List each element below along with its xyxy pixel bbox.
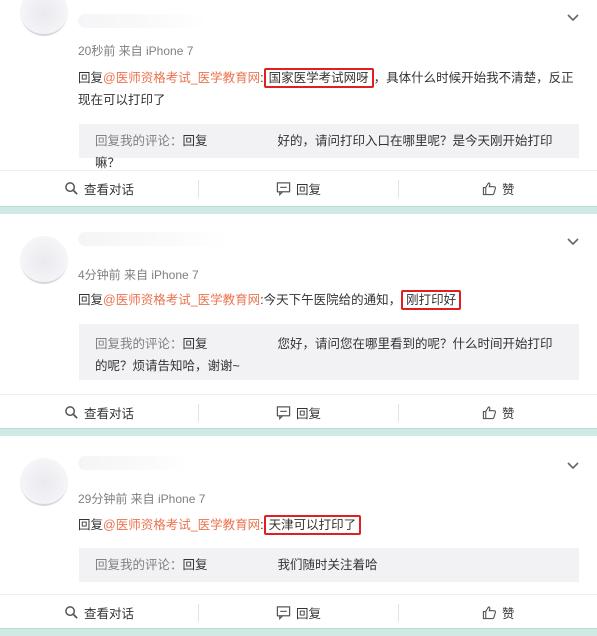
reply-label: 回复 [296,606,322,621]
divider [198,180,199,198]
quoted-comment: 回复我的评论：回复 我们随时关注着哈 [79,548,579,582]
blurred-username [207,338,278,351]
avatar[interactable] [20,0,68,36]
comment-feed: 20秒前 来自 iPhone 7 回复@医师资格考试_医学教育网: 国家医学考试网… [0,0,597,636]
reply-text: 回复@医师资格考试_医学教育网: 天津可以打印了 [78,514,578,536]
reply-button[interactable]: 回复 [276,171,321,205]
view-conversation-label: 查看对话 [84,606,135,621]
like-label: 赞 [502,606,515,621]
reply-button[interactable]: 回复 [276,595,321,629]
view-conversation-label: 查看对话 [84,406,135,421]
quote-prefix: 回复 [182,558,208,572]
divider [398,180,399,198]
reply-text: 回复@医师资格考试_医学教育网:今天下午医院给的通知， 刚打印好 [78,289,578,311]
blurred-username [207,559,278,572]
highlighted-text: 国家医学考试网呀 [263,68,374,88]
like-button[interactable]: 赞 [482,395,515,429]
divider [198,404,199,422]
post-meta: 29分钟前 来自 iPhone 7 [78,492,206,506]
reply-prefix: 回复 [78,293,104,307]
username-blurred [78,14,208,28]
username-blurred [78,456,188,470]
mention-link[interactable]: @医师资格考试_医学教育网 [103,71,260,85]
separator [0,428,597,436]
mention-link[interactable]: @医师资格考试_医学教育网 [103,293,260,307]
divider [398,404,399,422]
search-icon [65,405,78,419]
comment-icon [276,605,291,620]
chevron-down-icon[interactable] [565,234,581,250]
search-icon [65,181,78,195]
reply-button[interactable]: 回复 [276,395,321,429]
like-label: 赞 [502,182,515,197]
comment-card: 20秒前 来自 iPhone 7 回复@医师资格考试_医学教育网: 国家医学考试网… [0,0,597,206]
search-icon [65,605,78,619]
quoted-comment: 回复我的评论：回复 您好，请问您在哪里看到的呢？什么时间开始打印的呢？烦请告知哈，… [79,324,579,380]
thumbs-up-icon [482,181,497,195]
reply-label: 回复 [296,406,322,421]
like-button[interactable]: 赞 [482,595,515,629]
separator [0,628,597,636]
reply-prefix: 回复 [78,71,104,85]
view-conversation-button[interactable]: 查看对话 [64,171,134,205]
quote-prefix: 回复 [182,134,208,148]
view-conversation-button[interactable]: 查看对话 [64,395,134,429]
like-label: 赞 [502,406,515,421]
reply-label: 回复 [296,182,322,197]
separator [0,206,597,214]
reply-prefix: 回复 [78,518,104,532]
blurred-username [207,135,278,148]
view-conversation-label: 查看对话 [84,182,135,197]
comment-icon [276,181,291,196]
avatar[interactable] [20,236,68,284]
highlighted-text: 刚打印好 [401,290,462,310]
post-meta: 4分钟前 来自 iPhone 7 [78,268,199,282]
highlighted-text: 天津可以打印了 [263,515,362,535]
username-blurred [78,232,228,246]
divider [198,604,199,622]
avatar[interactable] [20,458,68,506]
reply-text-before: 今天下午医院给的通知， [263,293,402,307]
post-meta: 20秒前 来自 iPhone 7 [78,44,194,58]
quote-label: 回复我的评论： [95,134,183,148]
comment-card: 29分钟前 来自 iPhone 7 回复@医师资格考试_医学教育网: 天津可以打印… [0,436,597,628]
divider [398,604,399,622]
chevron-down-icon[interactable] [565,458,581,474]
comment-icon [276,405,291,420]
quote-label: 回复我的评论： [95,558,183,572]
reply-text: 回复@医师资格考试_医学教育网: 国家医学考试网呀 ，具体什么时候开始我不清楚，反正… [78,67,578,111]
quote-label: 回复我的评论： [95,337,183,351]
thumbs-up-icon [482,405,497,419]
mention-link[interactable]: @医师资格考试_医学教育网 [103,518,260,532]
quote-text: 我们随时关注着哈 [277,558,378,572]
comment-card: 4分钟前 来自 iPhone 7 回复@医师资格考试_医学教育网:今天下午医院给… [0,214,597,428]
action-bar: 查看对话 回复 赞 [0,394,597,429]
like-button[interactable]: 赞 [482,171,515,205]
action-bar: 查看对话 回复 赞 [0,170,597,205]
view-conversation-button[interactable]: 查看对话 [64,595,134,629]
thumbs-up-icon [482,605,497,619]
quote-prefix: 回复 [182,337,208,351]
action-bar: 查看对话 回复 赞 [0,594,597,629]
quoted-comment: 回复我的评论：回复 好的，请问打印入口在哪里呢？是今天刚开始打印嘛？ [79,124,579,170]
chevron-down-icon[interactable] [565,10,581,26]
